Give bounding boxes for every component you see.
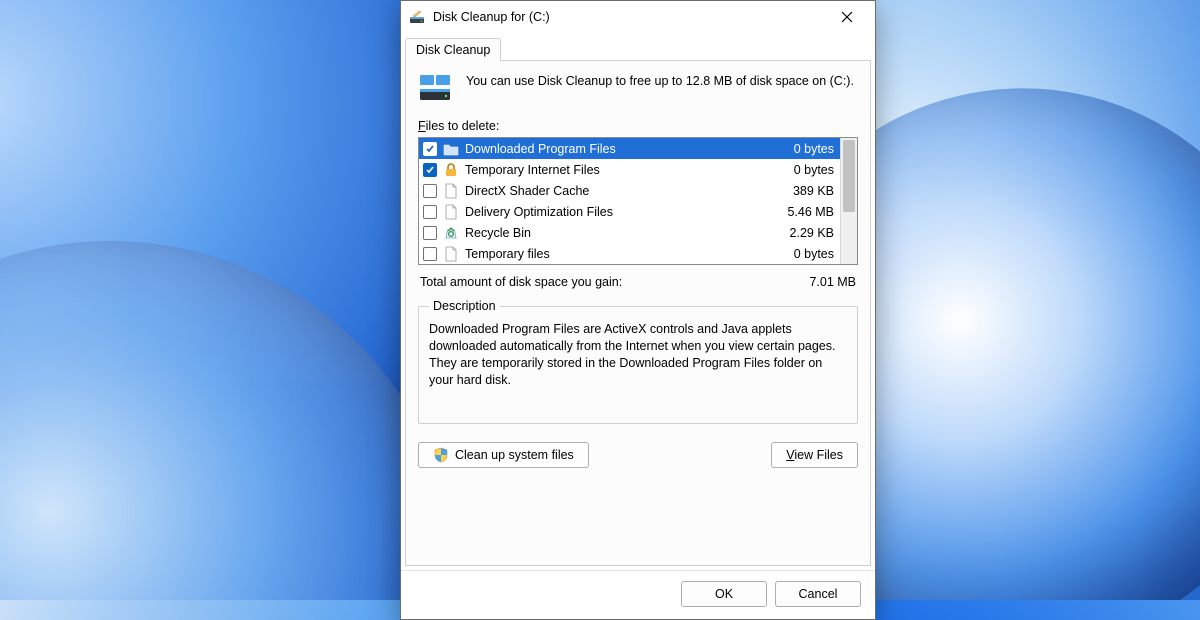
list-item-size: 5.46 MB: [758, 205, 836, 219]
list-item-name: DirectX Shader Cache: [465, 184, 752, 198]
list-item-name: Delivery Optimization Files: [465, 205, 752, 219]
files-to-delete-label: Files to delete:: [418, 119, 858, 133]
list-item-name: Temporary Internet Files: [465, 163, 752, 177]
totals-label: Total amount of disk space you gain:: [420, 275, 809, 289]
file-icon: [443, 183, 459, 199]
list-item[interactable]: Temporary Internet Files 0 bytes: [419, 159, 840, 180]
description-text: Downloaded Program Files are ActiveX con…: [429, 321, 847, 413]
intro-row: You can use Disk Cleanup to free up to 1…: [418, 73, 858, 103]
description-group: Description Downloaded Program Files are…: [418, 299, 858, 424]
recycle-icon: [443, 225, 459, 241]
list-item[interactable]: Downloaded Program Files 0 bytes: [419, 138, 840, 159]
drive-icon: [418, 73, 452, 103]
list-item-size: 2.29 KB: [758, 226, 836, 240]
list-item[interactable]: Temporary files 0 bytes: [419, 243, 840, 264]
disk-cleanup-dialog: Disk Cleanup for (C:) Disk Cleanup You c…: [400, 0, 876, 620]
titlebar[interactable]: Disk Cleanup for (C:): [401, 1, 875, 33]
window-title: Disk Cleanup for (C:): [433, 10, 825, 24]
scrollbar[interactable]: [840, 138, 857, 264]
file-icon: [443, 204, 459, 220]
tab-panel: You can use Disk Cleanup to free up to 1…: [405, 60, 871, 566]
intro-text: You can use Disk Cleanup to free up to 1…: [466, 73, 854, 103]
checkbox[interactable]: [423, 247, 437, 261]
description-legend: Description: [429, 299, 500, 313]
view-files-button[interactable]: View Files: [771, 442, 858, 468]
list-item-size: 0 bytes: [758, 163, 836, 177]
list-item[interactable]: Delivery Optimization Files 5.46 MB: [419, 201, 840, 222]
view-files-label: View Files: [786, 448, 843, 462]
tabstrip: Disk Cleanup: [401, 33, 875, 60]
clean-up-system-files-button[interactable]: Clean up system files: [418, 442, 589, 468]
checkbox[interactable]: [423, 184, 437, 198]
disk-cleanup-app-icon: [409, 9, 425, 25]
clean-up-system-files-label: Clean up system files: [455, 448, 574, 462]
list-item[interactable]: DirectX Shader Cache 389 KB: [419, 180, 840, 201]
totals-row: Total amount of disk space you gain: 7.0…: [420, 275, 856, 289]
tab-disk-cleanup[interactable]: Disk Cleanup: [405, 38, 501, 61]
checkbox[interactable]: [423, 163, 437, 177]
cancel-button[interactable]: Cancel: [775, 581, 861, 607]
files-listbox[interactable]: Downloaded Program Files0 bytesTemporary…: [418, 137, 858, 265]
list-item-size: 389 KB: [758, 184, 836, 198]
lock-icon: [443, 162, 459, 178]
list-item-name: Temporary files: [465, 247, 752, 261]
close-button[interactable]: [825, 2, 869, 32]
list-item-name: Downloaded Program Files: [465, 142, 752, 156]
list-item-name: Recycle Bin: [465, 226, 752, 240]
scrollbar-thumb[interactable]: [843, 140, 855, 212]
checkbox[interactable]: [423, 226, 437, 240]
dialog-button-bar: OK Cancel: [401, 570, 875, 619]
shield-icon: [433, 447, 449, 463]
list-item[interactable]: Recycle Bin 2.29 KB: [419, 222, 840, 243]
folder-icon: [443, 141, 459, 157]
totals-value: 7.01 MB: [809, 275, 856, 289]
checkbox[interactable]: [423, 205, 437, 219]
close-icon: [841, 11, 853, 23]
file-icon: [443, 246, 459, 262]
list-item-size: 0 bytes: [758, 142, 836, 156]
checkbox[interactable]: [423, 142, 437, 156]
list-item-size: 0 bytes: [758, 247, 836, 261]
ok-button[interactable]: OK: [681, 581, 767, 607]
